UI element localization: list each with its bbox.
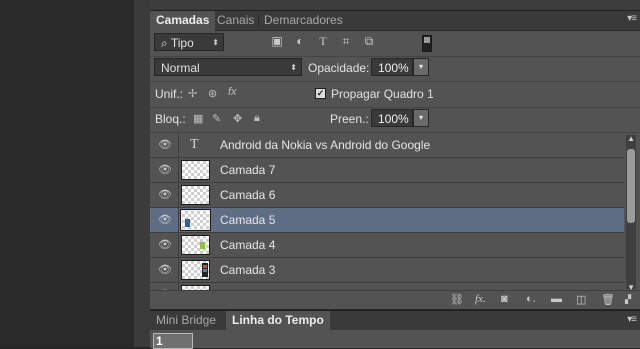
adjustment-layer-icon[interactable]: ◐.: [526, 293, 536, 305]
dropdown-arrow-icon: ⬍: [212, 38, 219, 47]
divider: [178, 183, 179, 208]
layers-panel: Camadas Canais Demarcadores ▾≡ ⌕ Tipo ⬍ …: [150, 11, 640, 309]
eye-icon[interactable]: 👁︎: [156, 138, 174, 152]
group-folder-icon[interactable]: ▬: [551, 293, 562, 305]
resize-grip-icon[interactable]: ▞: [625, 295, 631, 304]
layer-row[interactable]: 👁︎ Camada 6: [150, 183, 624, 208]
layer-row[interactable]: 👁︎ Camada 3: [150, 258, 624, 283]
layer-row-selected[interactable]: 👁︎ Camada 5: [150, 208, 624, 233]
unify-position-icon[interactable]: ✢: [188, 87, 197, 100]
scrollbar-thumb[interactable]: [627, 149, 635, 223]
adjustment-filter-icon[interactable]: ◐: [293, 35, 307, 48]
filter-type-label: Tipo: [170, 36, 194, 50]
propagate-checkbox[interactable]: ✓: [315, 88, 326, 99]
unify-style-icon[interactable]: fx: [228, 86, 237, 98]
filter-row: ⌕ Tipo ⬍ ▣ ◐ T ⌗ ⧉: [150, 31, 640, 57]
smart-object-filter-icon[interactable]: ⧉: [362, 35, 376, 48]
divider: [178, 158, 179, 183]
blend-mode-value: Normal: [161, 61, 200, 75]
shape-filter-icon[interactable]: ⌗: [339, 35, 353, 48]
thumbnail-content: [200, 242, 205, 249]
text-layer-icon: T: [190, 137, 199, 152]
panel-menu-icon[interactable]: ▾≡: [627, 13, 637, 24]
mask-icon[interactable]: ◙: [501, 293, 508, 305]
eye-icon[interactable]: 👁︎: [156, 213, 174, 227]
thumbnail-content: [203, 269, 207, 272]
layer-thumbnail: [181, 235, 210, 255]
lock-all-icon[interactable]: 🔒︎: [254, 112, 260, 125]
tab-linha-do-tempo[interactable]: Linha do Tempo: [226, 311, 330, 330]
thumbnail-content: [185, 219, 190, 227]
lock-row: Bloq.: ▦ ✎ ✥ 🔒︎ Preen.: 100% ▾: [150, 107, 640, 133]
unify-visibility-icon[interactable]: ⊛: [208, 87, 217, 100]
fill-input[interactable]: 100%: [371, 109, 413, 127]
scroll-up-icon[interactable]: ▲: [627, 134, 635, 143]
dropdown-arrow-icon: ⬍: [290, 63, 297, 72]
layer-name: Camada 5: [220, 213, 276, 227]
filter-type-dropdown[interactable]: ⌕ Tipo ⬍: [154, 33, 224, 51]
layer-row[interactable]: 👁︎ Camada 7: [150, 158, 624, 183]
opacity-input[interactable]: 100%: [371, 58, 413, 76]
eye-icon[interactable]: 👁︎: [156, 163, 174, 177]
lock-position-icon[interactable]: ✥: [233, 112, 242, 125]
new-layer-icon[interactable]: ◫: [576, 293, 586, 306]
layer-name: Android da Nokia vs Android do Google: [220, 138, 431, 152]
trash-icon[interactable]: 🗑︎: [601, 293, 615, 306]
layer-name: Camada 6: [220, 188, 276, 202]
layer-list: 👁︎ T Android da Nokia vs Android do Goog…: [150, 133, 624, 291]
unify-label: Unif.:: [155, 87, 184, 101]
divider: [178, 233, 179, 258]
opacity-slider-button[interactable]: ▾: [413, 58, 429, 76]
tab-canais[interactable]: Canais: [211, 11, 260, 30]
eye-icon[interactable]: 👁︎: [156, 263, 174, 277]
layer-row-text[interactable]: 👁︎ T Android da Nokia vs Android do Goog…: [150, 133, 624, 158]
lock-transparent-icon[interactable]: ▦: [193, 112, 203, 125]
layer-thumbnail: [181, 160, 210, 180]
search-icon: ⌕: [161, 36, 171, 50]
layer-thumbnail: [181, 260, 210, 280]
divider: [178, 258, 179, 283]
layer-scrollbar[interactable]: [626, 135, 636, 289]
thumbnail-content: [203, 265, 207, 268]
top-dock-bar: [150, 0, 640, 11]
layer-thumbnail: [181, 185, 210, 205]
fx-icon[interactable]: fx.: [475, 293, 486, 305]
layer-thumbnail: [180, 209, 211, 231]
layer-name: Camada 4: [220, 238, 276, 252]
lock-paint-brush-icon[interactable]: ✎: [212, 112, 221, 125]
layers-panel-tabs: Camadas Canais Demarcadores ▾≡: [150, 11, 640, 31]
divider: [178, 133, 179, 158]
timeline-menu-icon[interactable]: ▾≡: [627, 314, 637, 325]
timeline-panel: Mini Bridge Linha do Tempo ▾≡ 1: [150, 310, 640, 349]
layer-name: Camada 3: [220, 263, 276, 277]
timeline-body: 1: [150, 330, 640, 349]
propagate-label: Propagar Quadro 1: [331, 87, 434, 101]
eye-icon[interactable]: 👁︎: [156, 238, 174, 252]
eye-icon[interactable]: 👁︎: [156, 188, 174, 202]
fill-slider-button[interactable]: ▾: [413, 109, 429, 127]
blend-mode-dropdown[interactable]: Normal ⬍: [154, 58, 302, 76]
canvas-area: [0, 0, 134, 347]
link-icon[interactable]: ⛓︎: [450, 293, 464, 306]
layer-name: Camada 7: [220, 163, 276, 177]
image-filter-icon[interactable]: ▣: [270, 35, 284, 48]
fill-label: Preen.:: [330, 112, 369, 126]
tab-demarcadores[interactable]: Demarcadores: [258, 11, 349, 30]
tab-camadas[interactable]: Camadas: [150, 11, 216, 31]
tab-mini-bridge[interactable]: Mini Bridge: [150, 311, 222, 330]
layer-row[interactable]: 👁︎ Camada 4: [150, 233, 624, 258]
frame-number: 1: [156, 334, 163, 348]
unify-row: Unif.: ✢ ⊛ fx ✓ Propagar Quadro 1: [150, 81, 640, 108]
type-filter-icon[interactable]: T: [316, 35, 330, 48]
lock-label: Bloq.:: [155, 112, 186, 126]
blend-row: Normal ⬍ Opacidade: 100% ▾: [150, 56, 640, 82]
layers-footer: ⛓︎ fx. ◙ ◐. ▬ ◫ 🗑︎ ▞: [150, 290, 640, 309]
panel-dock-edge: [134, 0, 151, 347]
divider: [178, 208, 179, 233]
opacity-label: Opacidade:: [308, 61, 370, 75]
filter-toggle[interactable]: [422, 35, 432, 52]
